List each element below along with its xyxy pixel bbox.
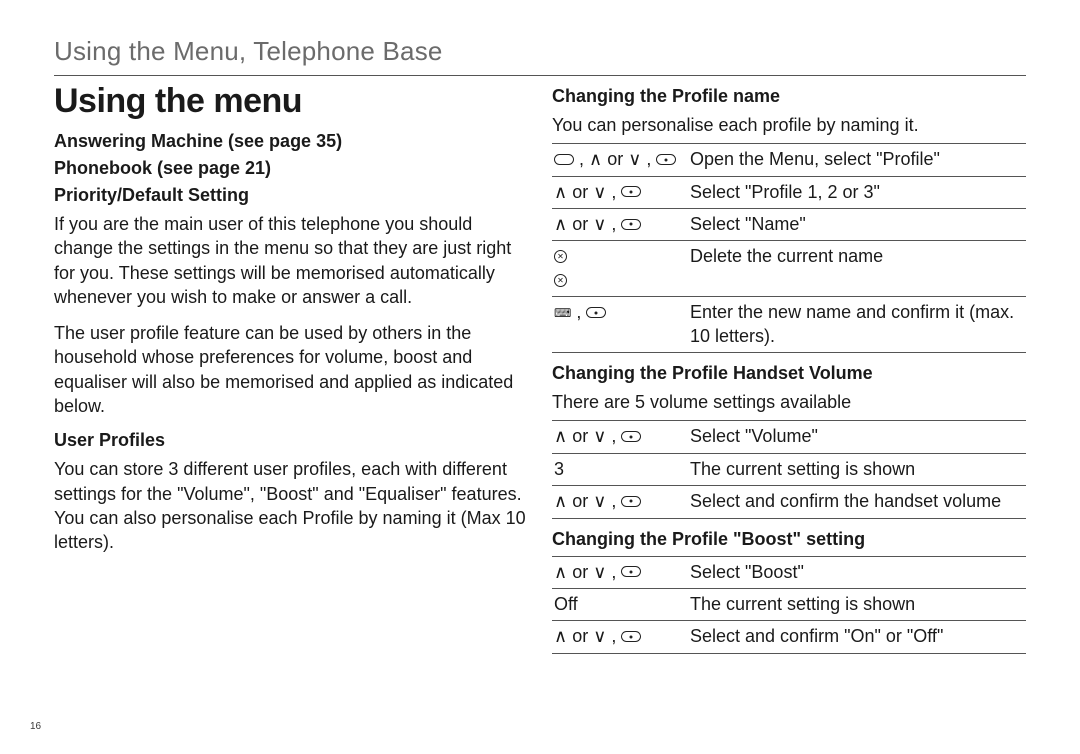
priority-paragraph-2: The user profile feature can be used by … bbox=[54, 321, 528, 418]
priority-paragraph-1: If you are the main user of this telepho… bbox=[54, 212, 528, 309]
handset-volume-steps-table: ∧ or ∨ , Select "Volume"3The current set… bbox=[552, 420, 1026, 518]
table-row: Delete the current name bbox=[552, 241, 1026, 297]
step-description: Open the Menu, select "Profile" bbox=[688, 144, 1026, 176]
key-sequence: , ∧ or ∨ , bbox=[552, 144, 688, 176]
step-description: Select and confirm the handset volume bbox=[688, 486, 1026, 518]
table-row: 3The current setting is shown bbox=[552, 453, 1026, 485]
step-description: Select "Profile 1, 2 or 3" bbox=[688, 176, 1026, 208]
profile-name-intro: You can personalise each profile by nami… bbox=[552, 113, 1026, 137]
page: Using the Menu, Telephone Base Using the… bbox=[0, 0, 1080, 754]
key-sequence: ∧ or ∨ , bbox=[552, 176, 688, 208]
step-description: The current setting is shown bbox=[688, 588, 1026, 620]
profile-name-steps-table: , ∧ or ∨ , Open the Menu, select "Profil… bbox=[552, 143, 1026, 353]
key-sequence: ∧ or ∨ , bbox=[552, 209, 688, 241]
step-description: Select "Name" bbox=[688, 209, 1026, 241]
user-profiles-heading: User Profiles bbox=[54, 430, 528, 451]
answering-machine-heading: Answering Machine (see page 35) bbox=[54, 131, 528, 152]
table-row: ∧ or ∨ , Select "Volume" bbox=[552, 421, 1026, 453]
table-row: ∧ or ∨ , Select "Profile 1, 2 or 3" bbox=[552, 176, 1026, 208]
key-sequence bbox=[552, 241, 688, 297]
page-number: 16 bbox=[30, 721, 41, 732]
key-sequence: ∧ or ∨ , bbox=[552, 556, 688, 588]
priority-heading: Priority/Default Setting bbox=[54, 185, 528, 206]
step-description: Select "Boost" bbox=[688, 556, 1026, 588]
table-row: ∧ or ∨ , Select "Boost" bbox=[552, 556, 1026, 588]
step-description: Select "Volume" bbox=[688, 421, 1026, 453]
header-divider bbox=[54, 75, 1026, 76]
key-sequence: ∧ or ∨ , bbox=[552, 621, 688, 653]
profile-name-heading: Changing the Profile name bbox=[552, 86, 1026, 107]
section-header: Using the Menu, Telephone Base bbox=[54, 36, 1026, 67]
table-row: ∧ or ∨ , Select and confirm "On" or "Off… bbox=[552, 621, 1026, 653]
boost-heading: Changing the Profile "Boost" setting bbox=[552, 529, 1026, 550]
handset-volume-intro: There are 5 volume settings available bbox=[552, 390, 1026, 414]
key-sequence: ∧ or ∨ , bbox=[552, 421, 688, 453]
step-description: The current setting is shown bbox=[688, 453, 1026, 485]
boost-steps-table: ∧ or ∨ , Select "Boost"OffThe current se… bbox=[552, 556, 1026, 654]
step-description: Enter the new name and confirm it (max. … bbox=[688, 297, 1026, 353]
two-column-layout: Using the menu Answering Machine (see pa… bbox=[54, 82, 1026, 664]
left-column: Using the menu Answering Machine (see pa… bbox=[54, 82, 528, 664]
user-profiles-paragraph: You can store 3 different user profiles,… bbox=[54, 457, 528, 554]
step-description: Delete the current name bbox=[688, 241, 1026, 297]
table-row: , ∧ or ∨ , Open the Menu, select "Profil… bbox=[552, 144, 1026, 176]
key-sequence: ⌨ , bbox=[552, 297, 688, 353]
step-description: Select and confirm "On" or "Off" bbox=[688, 621, 1026, 653]
phonebook-heading: Phonebook (see page 21) bbox=[54, 158, 528, 179]
table-row: ∧ or ∨ , Select "Name" bbox=[552, 209, 1026, 241]
table-row: ∧ or ∨ , Select and confirm the handset … bbox=[552, 486, 1026, 518]
key-sequence: ∧ or ∨ , bbox=[552, 486, 688, 518]
table-row: ⌨ , Enter the new name and confirm it (m… bbox=[552, 297, 1026, 353]
page-title: Using the menu bbox=[54, 82, 528, 121]
right-column: Changing the Profile name You can person… bbox=[552, 82, 1026, 664]
key-sequence: Off bbox=[552, 588, 688, 620]
key-sequence: 3 bbox=[552, 453, 688, 485]
handset-volume-heading: Changing the Profile Handset Volume bbox=[552, 363, 1026, 384]
table-row: OffThe current setting is shown bbox=[552, 588, 1026, 620]
